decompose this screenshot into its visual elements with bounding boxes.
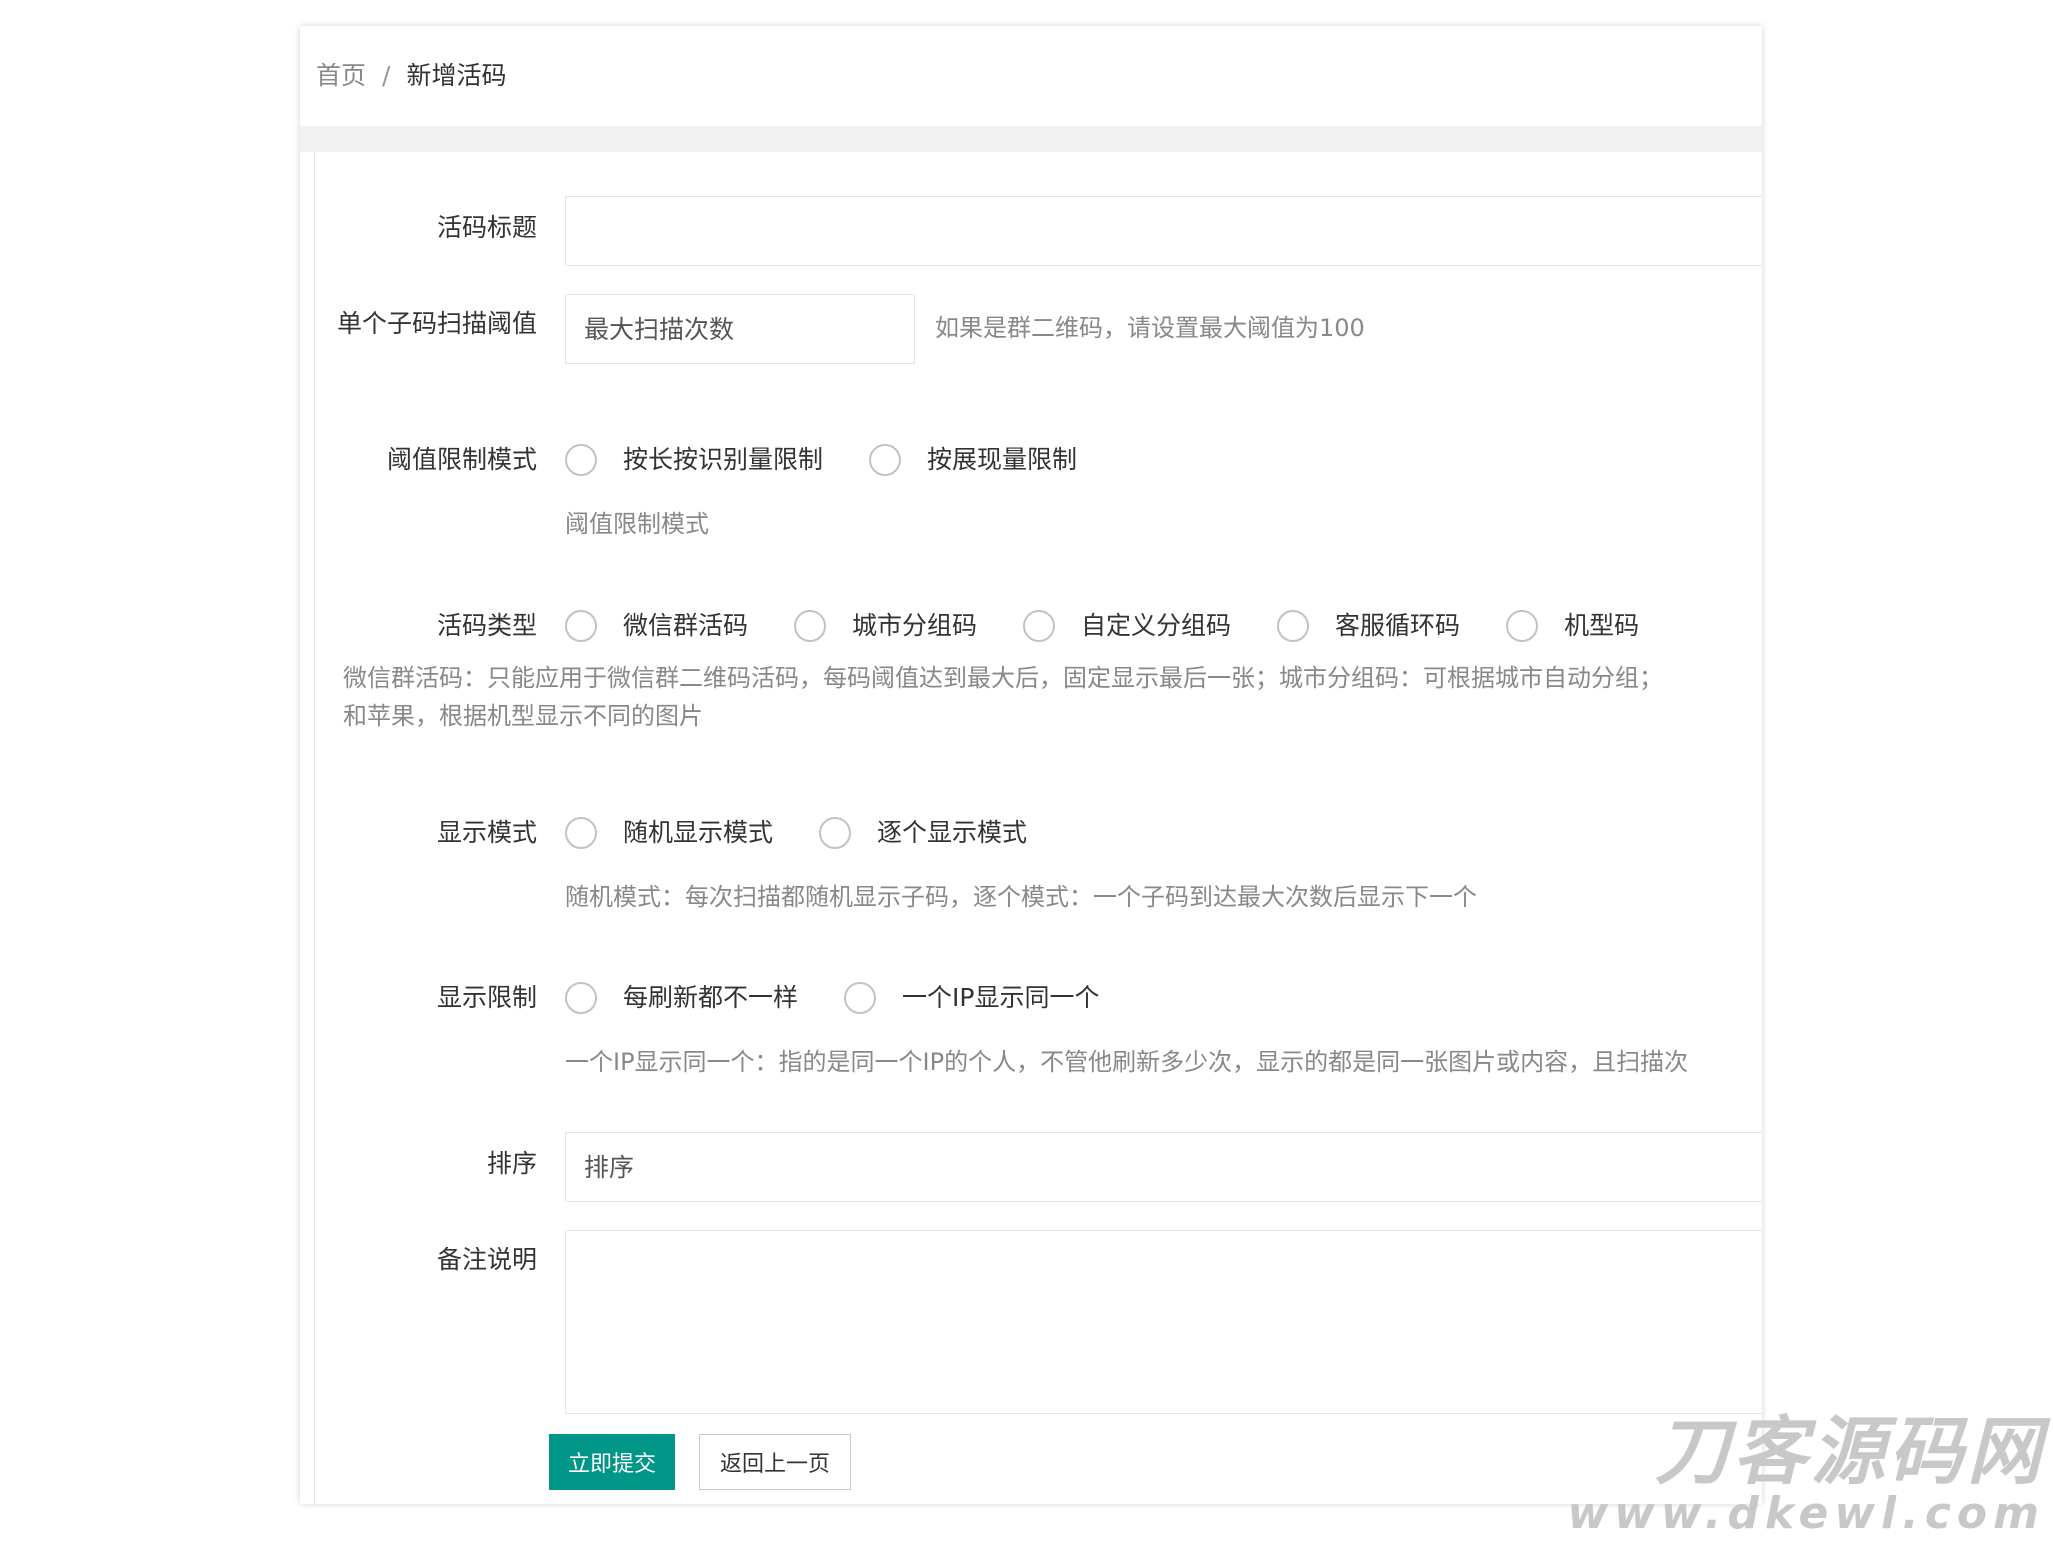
radio-label: 自定义分组码 xyxy=(1081,611,1232,640)
radio-label: 微信群活码 xyxy=(623,611,749,640)
threshold-mode-radio-group: 按长按识别量限制 按展现量限制 xyxy=(565,440,1123,480)
code-type-hint-line2: 和苹果，根据机型显示不同的图片 xyxy=(343,702,703,730)
form-card: 活码标题 单个子码扫描阈值 如果是群二维码，请设置最大阈值为100 阈值限制模式… xyxy=(314,152,1762,1504)
radio-threshold-longpress[interactable]: 按长按识别量限制 xyxy=(565,442,823,478)
scan-threshold-label: 单个子码扫描阈值 xyxy=(336,309,537,338)
radio-type-wechat-group[interactable]: 微信群活码 xyxy=(565,608,748,644)
radio-threshold-impression[interactable]: 按展现量限制 xyxy=(869,442,1077,478)
title-label: 活码标题 xyxy=(436,213,537,242)
display-mode-hint: 随机模式：每次扫描都随机显示子码，逐个模式：一个子码到达最大次数后显示下一个 xyxy=(565,883,1477,911)
radio-label: 按长按识别量限制 xyxy=(623,445,824,474)
radio-circle-icon[interactable] xyxy=(819,817,852,849)
section-divider xyxy=(300,126,1762,152)
submit-button[interactable]: 立即提交 xyxy=(549,1434,675,1490)
threshold-mode-hint: 阈值限制模式 xyxy=(565,510,709,538)
radio-limit-refresh-different[interactable]: 每刷新都不一样 xyxy=(565,980,798,1016)
radio-circle-icon[interactable] xyxy=(1277,610,1310,642)
radio-circle-icon[interactable] xyxy=(565,444,597,476)
radio-display-sequential[interactable]: 逐个显示模式 xyxy=(819,815,1027,851)
radio-circle-icon[interactable] xyxy=(1023,610,1056,642)
breadcrumb-current: 新增活码 xyxy=(406,61,507,90)
radio-type-city-group[interactable]: 城市分组码 xyxy=(794,608,977,644)
scan-threshold-input[interactable] xyxy=(565,294,915,364)
sort-label: 排序 xyxy=(486,1149,537,1178)
radio-circle-icon[interactable] xyxy=(565,817,597,849)
radio-circle-icon[interactable] xyxy=(565,610,597,642)
code-type-label: 活码类型 xyxy=(436,611,537,640)
radio-display-random[interactable]: 随机显示模式 xyxy=(565,815,773,851)
radio-label: 按展现量限制 xyxy=(927,445,1078,474)
radio-label: 客服循环码 xyxy=(1335,611,1461,640)
radio-type-device-model[interactable]: 机型码 xyxy=(1506,608,1639,644)
display-limit-hint: 一个IP显示同一个：指的是同一个IP的个人，不管他刷新多少次，显示的都是同一张图… xyxy=(565,1048,1689,1076)
breadcrumb: 首页 / 新增活码 xyxy=(316,56,506,96)
radio-label: 每刷新都不一样 xyxy=(623,983,799,1012)
radio-label: 城市分组码 xyxy=(852,611,978,640)
threshold-mode-label: 阈值限制模式 xyxy=(386,445,537,474)
title-input[interactable] xyxy=(565,196,1762,266)
remark-label: 备注说明 xyxy=(436,1245,537,1274)
display-limit-label: 显示限制 xyxy=(436,983,537,1012)
breadcrumb-home[interactable]: 首页 xyxy=(316,61,366,90)
display-mode-label: 显示模式 xyxy=(436,818,537,847)
remark-textarea[interactable] xyxy=(565,1230,1762,1414)
sort-input[interactable] xyxy=(565,1132,1762,1202)
radio-circle-icon[interactable] xyxy=(565,982,597,1014)
radio-circle-icon[interactable] xyxy=(869,444,902,476)
radio-label: 逐个显示模式 xyxy=(877,818,1028,847)
radio-type-custom-group[interactable]: 自定义分组码 xyxy=(1023,608,1231,644)
code-type-radio-group: 微信群活码 城市分组码 自定义分组码 客服循环码 机型码 xyxy=(565,606,1685,646)
display-limit-radio-group: 每刷新都不一样 一个IP显示同一个 xyxy=(565,978,1145,1018)
display-mode-radio-group: 随机显示模式 逐个显示模式 xyxy=(565,813,1073,853)
radio-limit-same-ip[interactable]: 一个IP显示同一个 xyxy=(844,980,1099,1016)
radio-label: 一个IP显示同一个 xyxy=(902,983,1100,1012)
breadcrumb-separator: / xyxy=(382,61,391,90)
radio-circle-icon[interactable] xyxy=(794,610,827,642)
radio-type-service-loop[interactable]: 客服循环码 xyxy=(1277,608,1460,644)
form-panel: 首页 / 新增活码 活码标题 单个子码扫描阈值 如果是群二维码，请设置最大阈值为10… xyxy=(300,26,1762,1504)
code-type-hint-line1: 微信群活码：只能应用于微信群二维码活码，每码阈值达到最大后，固定显示最后一张；城… xyxy=(343,664,1663,692)
radio-circle-icon[interactable] xyxy=(1506,610,1539,642)
radio-label: 随机显示模式 xyxy=(623,818,774,847)
radio-circle-icon[interactable] xyxy=(844,982,877,1014)
radio-label: 机型码 xyxy=(1564,611,1640,640)
scan-threshold-hint: 如果是群二维码，请设置最大阈值为100 xyxy=(935,314,1365,342)
back-button[interactable]: 返回上一页 xyxy=(699,1434,851,1490)
